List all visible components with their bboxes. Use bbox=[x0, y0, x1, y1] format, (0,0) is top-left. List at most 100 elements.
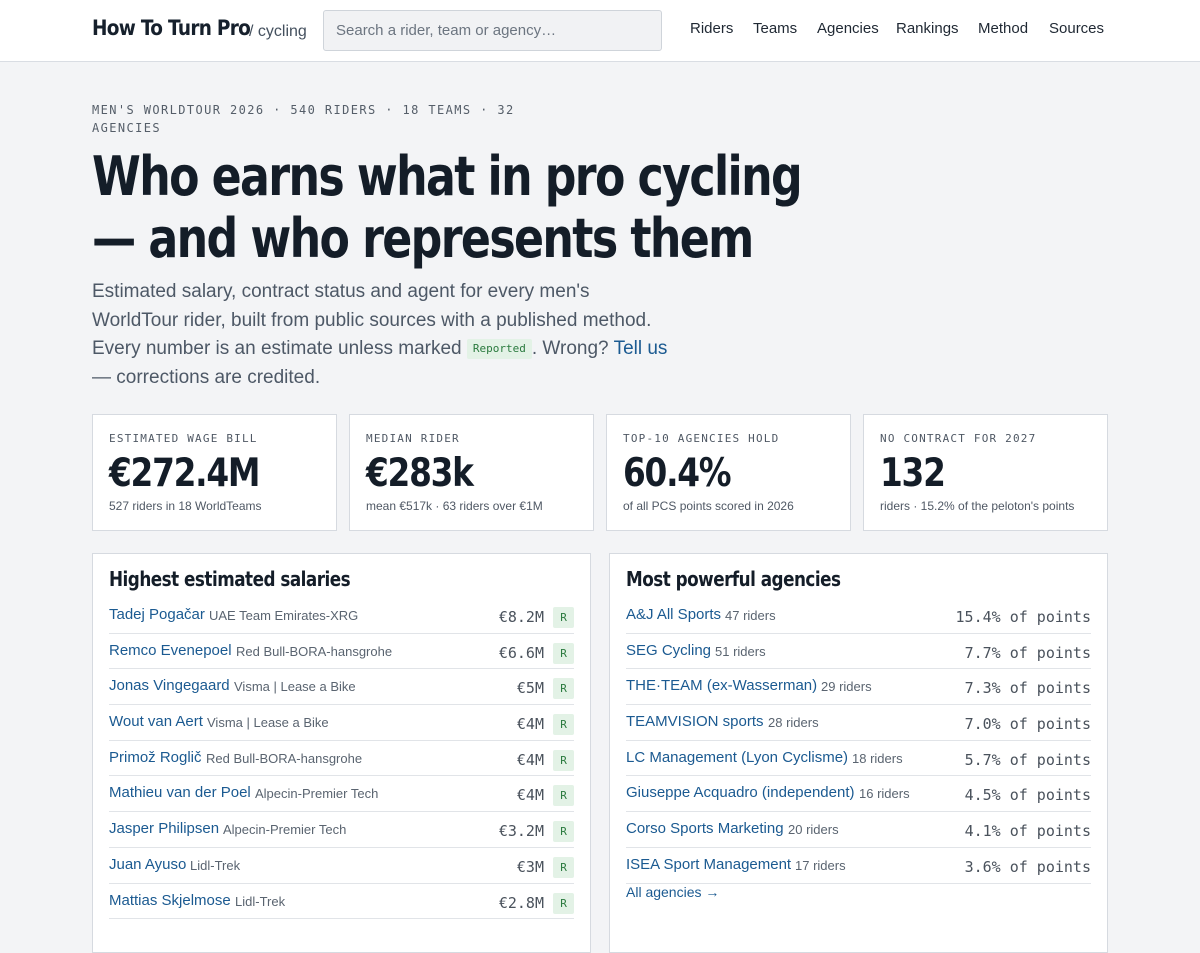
salary-amount: €4M bbox=[516, 750, 544, 769]
search-input[interactable] bbox=[323, 10, 662, 51]
reported-badge: R bbox=[553, 714, 574, 736]
agency-name-link[interactable]: A&J All Sports bbox=[626, 606, 721, 623]
salary-row: Jasper Philipsen Alpecin-Premier Tech €3.2… bbox=[109, 812, 574, 848]
rider-name-link[interactable]: Jonas Vingegaard bbox=[109, 677, 230, 694]
stat-value: 60.4% bbox=[623, 451, 732, 496]
page-title: Who earns what in pro cycling — and who … bbox=[92, 145, 803, 270]
reported-badge: R bbox=[553, 678, 574, 700]
agency-points-share: 7.0% of points bbox=[964, 715, 1091, 734]
rider-team: Lidl-Trek bbox=[190, 857, 241, 873]
agency-points-share: 7.7% of points bbox=[964, 643, 1091, 662]
salaries-panel: Highest estimated salaries Tadej Pogačar… bbox=[92, 553, 591, 953]
stat-note: riders · 15.2% of the peloton's points bbox=[880, 499, 1075, 513]
top-bar: How To Turn Pro / cycling Riders Teams A… bbox=[0, 0, 1200, 62]
agency-row: THE·TEAM (ex-Wasserman) 29 riders 7.3% of … bbox=[626, 669, 1091, 706]
agency-name-link[interactable]: ISEA Sport Management bbox=[626, 856, 791, 873]
stat-value: €283k bbox=[366, 451, 474, 496]
rider-name-link[interactable]: Wout van Aert bbox=[109, 713, 203, 730]
tell-us-link[interactable]: Tell us bbox=[614, 338, 668, 359]
stat-label: Top-10 agencies hold bbox=[623, 432, 780, 445]
agency-name-link[interactable]: Corso Sports Marketing bbox=[626, 820, 784, 837]
agency-row: Giuseppe Acquadro (independent) 16 riders… bbox=[626, 776, 1091, 813]
agency-points-share: 5.7% of points bbox=[964, 750, 1091, 769]
nav-sources[interactable]: Sources bbox=[1049, 20, 1104, 37]
rider-team: Lidl-Trek bbox=[235, 893, 286, 909]
salaries-list: Tadej Pogačar UAE Team Emirates-XRG €8.2M R… bbox=[109, 598, 574, 920]
rider-name-link[interactable]: Tadej Pogačar bbox=[109, 606, 205, 623]
rider-name-link[interactable]: Juan Ayuso bbox=[109, 856, 186, 873]
reported-badge: Reported bbox=[466, 339, 532, 359]
reported-badge: R bbox=[553, 749, 574, 771]
salary-row: Remco Evenepoel Red Bull-BORA-hansgrohe €6… bbox=[109, 634, 574, 670]
rider-team: Red Bull-BORA-hansgrohe bbox=[206, 750, 363, 766]
rider-name-link[interactable]: Remco Evenepoel bbox=[109, 642, 232, 659]
stat-card-top-agencies: Top-10 agencies hold 60.4% of all PCS po… bbox=[606, 414, 851, 531]
nav-riders[interactable]: Riders bbox=[690, 20, 733, 37]
agencies-title: Most powerful agencies bbox=[626, 567, 841, 591]
rider-name-link[interactable]: Primož Roglič bbox=[109, 749, 202, 766]
agency-name-link[interactable]: SEG Cycling bbox=[626, 642, 711, 659]
stat-note: 527 riders in 18 WorldTeams bbox=[109, 499, 262, 513]
hero-eyebrow: Men's WorldTour 2026 · 540 riders · 18 t… bbox=[92, 103, 515, 135]
agency-points-share: 4.5% of points bbox=[964, 786, 1091, 805]
salary-amount: €8.2M bbox=[498, 608, 544, 626]
salary-amount: €5M bbox=[516, 679, 544, 698]
rider-team: Red Bull-BORA-hansgrohe bbox=[236, 643, 393, 659]
nav-method[interactable]: Method bbox=[978, 20, 1028, 37]
rider-team: Visma | Lease a Bike bbox=[234, 679, 356, 695]
hero-intro: Estimated salary, contract status and ag… bbox=[92, 278, 677, 392]
agency-row: Corso Sports Marketing 20 riders 4.1% of p… bbox=[626, 812, 1091, 848]
rider-name-link[interactable]: Jasper Philipsen bbox=[109, 820, 219, 837]
agency-points-share: 4.1% of points bbox=[964, 822, 1091, 841]
salary-row: Mattias Skjelmose Lidl-Trek €2.8M R bbox=[109, 884, 574, 920]
salary-amount: €3.2M bbox=[498, 822, 544, 841]
agency-row: SEG Cycling 51 riders 7.7% of points bbox=[626, 634, 1091, 670]
agency-rider-count: 51 riders bbox=[715, 643, 766, 659]
agency-rider-count: 47 riders bbox=[725, 608, 776, 623]
stat-card-median-rider: Median rider €283k mean €517k · 63 rider… bbox=[349, 414, 594, 531]
stat-value: 132 bbox=[880, 451, 946, 496]
all-agencies-link[interactable]: All agencies → bbox=[626, 884, 719, 900]
salary-amount: €4M bbox=[516, 715, 544, 734]
agency-rider-count: 28 riders bbox=[768, 715, 819, 731]
rider-name-link[interactable]: Mattias Skjelmose bbox=[109, 892, 231, 909]
agency-name-link[interactable]: THE·TEAM (ex-Wasserman) bbox=[626, 677, 817, 694]
nav-rankings[interactable]: Rankings bbox=[896, 20, 959, 37]
stat-note: of all PCS points scored in 2026 bbox=[623, 499, 794, 513]
salaries-title: Highest estimated salaries bbox=[109, 567, 351, 591]
agency-rider-count: 16 riders bbox=[859, 786, 910, 802]
rider-name-link[interactable]: Mathieu van der Poel bbox=[109, 784, 251, 801]
stat-label: Median rider bbox=[366, 432, 460, 445]
agency-rider-count: 18 riders bbox=[852, 750, 903, 766]
stat-value: €272.4M bbox=[109, 451, 260, 496]
rider-team: Alpecin-Premier Tech bbox=[223, 822, 347, 838]
salary-amount: €6.6M bbox=[498, 643, 544, 662]
reported-badge: R bbox=[553, 821, 574, 843]
site-logo[interactable]: How To Turn Pro bbox=[92, 16, 251, 40]
nav-teams[interactable]: Teams bbox=[753, 20, 797, 37]
agency-row: A&J All Sports 47 riders 15.4% of points bbox=[626, 598, 1091, 634]
agency-name-link[interactable]: TEAMVISION sports bbox=[626, 713, 764, 730]
agency-row: ISEA Sport Management 17 riders 3.6% of po… bbox=[626, 848, 1091, 884]
rider-team: UAE Team Emirates-XRG bbox=[209, 608, 359, 623]
rider-team: Visma | Lease a Bike bbox=[207, 715, 329, 731]
salary-row: Jonas Vingegaard Visma | Lease a Bike €5M R bbox=[109, 669, 574, 706]
intro-text-middle: . Wrong? bbox=[531, 338, 614, 359]
reported-badge: R bbox=[553, 856, 574, 878]
salary-row: Mathieu van der Poel Alpecin-Premier Tech… bbox=[109, 776, 574, 813]
agency-rider-count: 20 riders bbox=[788, 822, 839, 838]
agency-points-share: 3.6% of points bbox=[964, 857, 1091, 876]
intro-text-end: — corrections are credited. bbox=[92, 366, 321, 388]
stat-note: mean €517k · 63 riders over €1M bbox=[366, 499, 543, 513]
agency-row: LC Management (Lyon Cyclisme) 18 riders 5.… bbox=[626, 741, 1091, 777]
rider-team: Alpecin-Premier Tech bbox=[255, 786, 379, 802]
stat-label: Estimated wage bill bbox=[109, 432, 258, 445]
nav-agencies[interactable]: Agencies bbox=[817, 20, 879, 37]
site-section[interactable]: / cycling bbox=[249, 23, 307, 41]
salary-amount: €3M bbox=[516, 857, 544, 876]
stat-card-no-contract: No contract for 2027 132 riders · 15.2% … bbox=[863, 414, 1108, 531]
agency-name-link[interactable]: LC Management (Lyon Cyclisme) bbox=[626, 749, 848, 766]
reported-badge: R bbox=[553, 607, 574, 628]
salary-row: Wout van Aert Visma | Lease a Bike €4M R bbox=[109, 705, 574, 741]
agency-name-link[interactable]: Giuseppe Acquadro (independent) bbox=[626, 784, 855, 801]
